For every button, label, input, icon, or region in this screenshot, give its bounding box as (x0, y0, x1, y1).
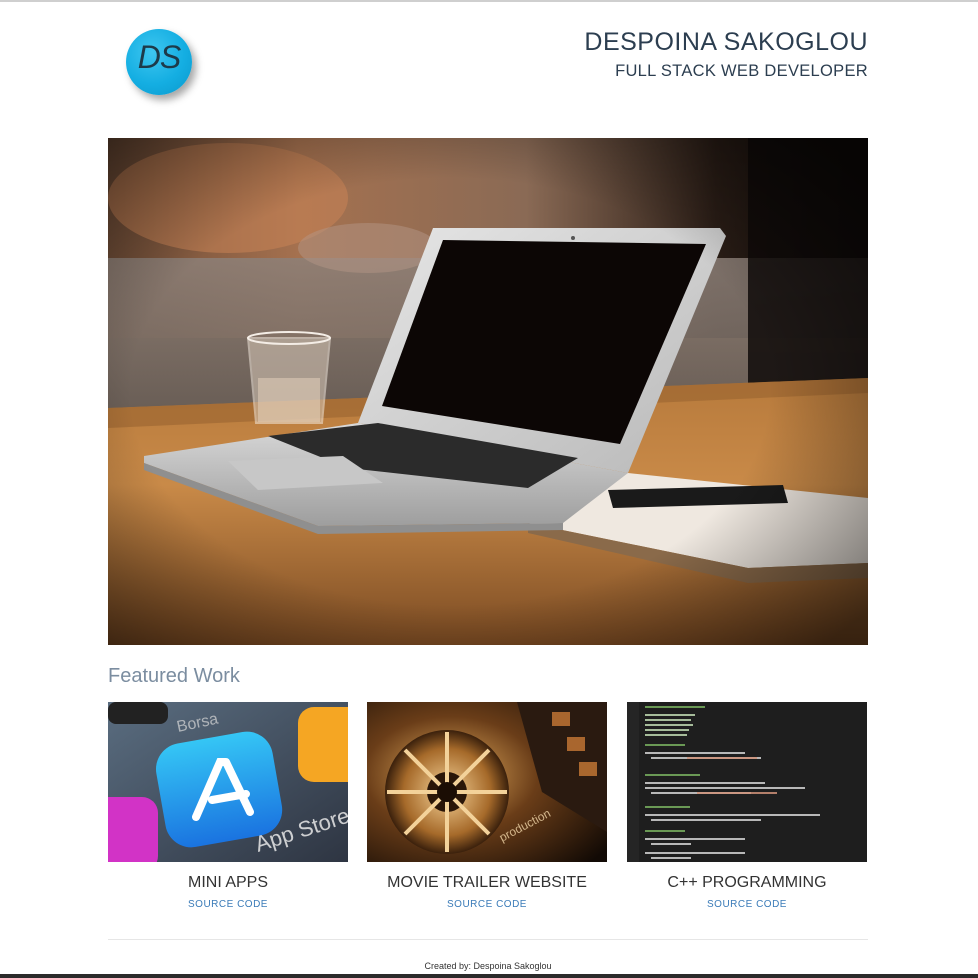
bottom-border (0, 974, 978, 978)
project-image[interactable]: App Store Borsa (108, 702, 348, 862)
project-title: MOVIE TRAILER WEBSITE (387, 874, 587, 891)
source-code-link[interactable]: SOURCE CODE (108, 899, 348, 910)
film-reel-photo: production (367, 702, 607, 862)
project-card-movie-trailer: production MOVIE TRAILER WEBSITE SOURCE … (367, 702, 607, 910)
logo-text: DS (137, 39, 181, 75)
project-card-mini-apps: App Store Borsa MINI APPS SOURCE CODE (108, 702, 348, 910)
featured-work-heading: Featured Work (108, 665, 240, 687)
site-owner-role: FULL STACK WEB DEVELOPER (615, 62, 868, 80)
logo[interactable]: DS (126, 29, 192, 95)
hero-image (108, 138, 868, 645)
app-store-photo: App Store Borsa (108, 702, 348, 862)
footer-divider (108, 939, 868, 940)
project-card-cpp: C++ PROGRAMMING SOURCE CODE (627, 702, 867, 910)
project-title: MINI APPS (187, 874, 269, 891)
project-title: C++ PROGRAMMING (667, 874, 827, 891)
source-code-link[interactable]: SOURCE CODE (627, 899, 867, 910)
project-image[interactable]: production (367, 702, 607, 862)
footer-credit: Created by: Despoina Sakoglou (424, 961, 552, 971)
site-owner-name: DESPOINA SAKOGLOU (584, 28, 868, 56)
code-editor-photo (627, 702, 867, 862)
source-code-link[interactable]: SOURCE CODE (367, 899, 607, 910)
page-container: DS DESPOINA SAKOGLOU FULL STACK WEB DEVE… (108, 0, 868, 978)
laptop-on-desk-photo (108, 138, 868, 645)
project-image[interactable] (627, 702, 867, 862)
